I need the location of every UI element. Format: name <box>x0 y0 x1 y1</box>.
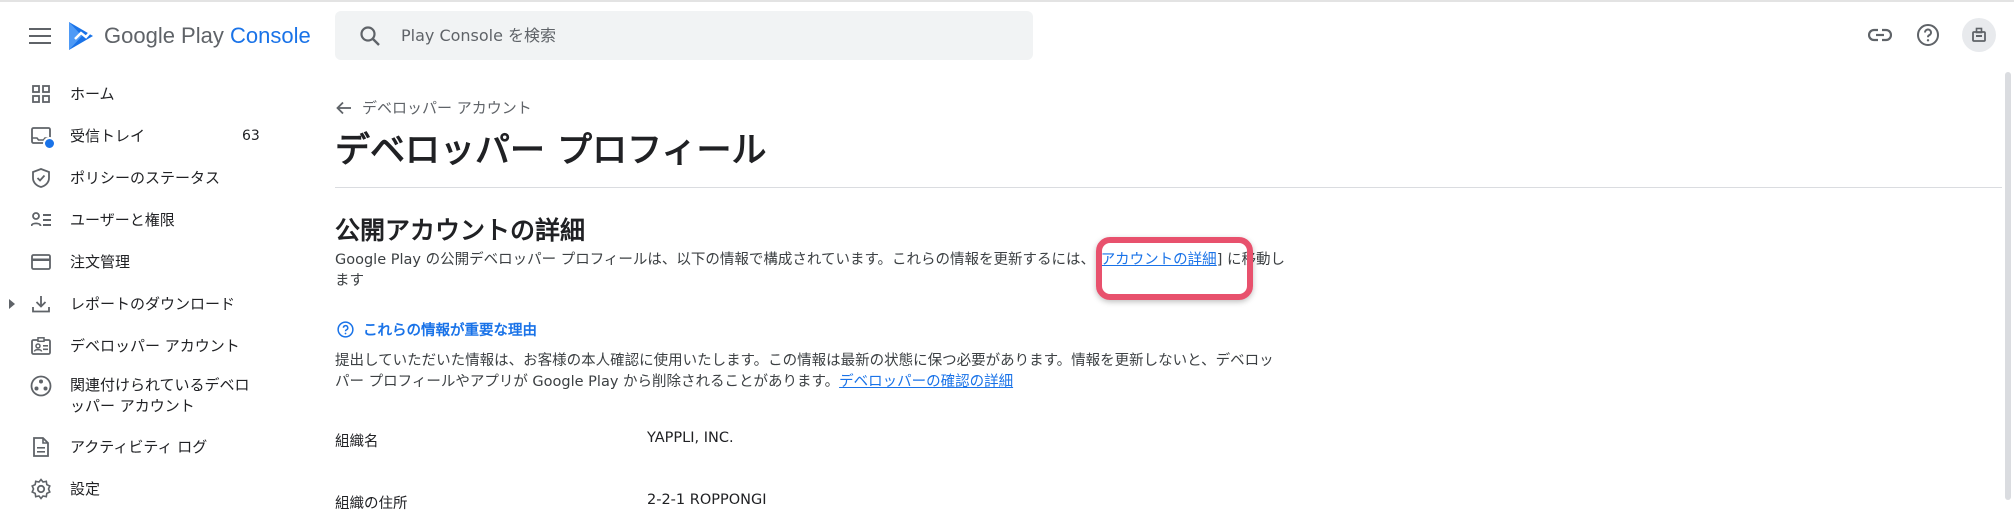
sidebar-item-policy-status[interactable]: ポリシーのステータス <box>0 163 290 193</box>
sidebar-item-developer-account[interactable]: デベロッパー アカウント <box>0 331 290 361</box>
back-link-label: デベロッパー アカウント <box>362 99 532 117</box>
sidebar-item-activity-log[interactable]: アクティビティ ログ <box>0 432 290 462</box>
verification-notice: 提出していただいた情報は、お客様の本人確認に使用いたします。この情報は最新の状態… <box>335 351 1285 393</box>
help-icon <box>1917 24 1939 46</box>
header-actions <box>0 17 2014 53</box>
sidebar-item-linked-developer-accounts[interactable]: 関連付けられているデベロッパー アカウント <box>0 373 290 423</box>
inbox-count-badge: 63 <box>242 128 260 144</box>
top-edge <box>0 0 2014 2</box>
account-button[interactable] <box>1962 18 1996 52</box>
linked-accounts-icon <box>29 374 53 398</box>
dashboard-grid-icon <box>29 82 53 106</box>
intro-paragraph: Google Play の公開デベロッパー プロフィールは、以下の情報で構成され… <box>335 250 1285 292</box>
sidebar-item-label: 設定 <box>70 480 101 498</box>
intro-text-before: Google Play の公開デベロッパー プロフィールは、以下の情報で構成され… <box>335 252 1101 268</box>
shield-check-icon <box>29 166 53 190</box>
back-link[interactable]: デベロッパー アカウント <box>336 97 532 118</box>
sidebar-item-home[interactable]: ホーム <box>0 79 290 109</box>
sidebar-item-label: 関連付けられているデベロッパー アカウント <box>70 376 250 415</box>
help-circle-icon <box>337 321 354 338</box>
page-scrollbar[interactable] <box>2005 72 2011 500</box>
document-icon <box>29 435 53 459</box>
verification-notice-text: 提出していただいた情報は、お客様の本人確認に使用いたします。この情報は最新の状態… <box>335 353 1274 390</box>
copy-link-button[interactable] <box>1862 17 1898 53</box>
sidebar-item-label: ホーム <box>70 85 115 103</box>
organization-name-value: YAPPLI, INC. <box>647 430 734 446</box>
sidebar-item-users-permissions[interactable]: ユーザーと権限 <box>0 205 290 235</box>
expand-caret-icon[interactable] <box>7 298 17 310</box>
account-details-link[interactable]: アカウントの詳細 <box>1101 252 1217 268</box>
page-title: デベロッパー プロフィール <box>335 131 767 171</box>
organization-address-label: 組織の住所 <box>335 496 408 512</box>
section-title: 公開アカウントの詳細 <box>335 216 586 245</box>
sidebar-item-download-reports[interactable]: レポートのダウンロード <box>0 289 290 319</box>
credit-card-icon <box>29 250 53 274</box>
download-icon <box>29 292 53 316</box>
why-important-link[interactable]: これらの情報が重要な理由 <box>337 319 537 340</box>
sidebar-item-label: デベロッパー アカウント <box>70 337 240 355</box>
header-divider <box>335 187 2002 188</box>
sidebar-item-label: 注文管理 <box>70 253 131 271</box>
organization-address-value: 2-2-1 ROPPONGI <box>647 492 767 508</box>
sidebar-item-inbox[interactable]: 受信トレイ 63 <box>0 121 290 151</box>
developer-verification-link[interactable]: デベロッパーの確認の詳細 <box>839 374 1013 390</box>
link-icon <box>1868 28 1892 42</box>
unread-indicator <box>43 137 56 150</box>
sidebar-item-order-management[interactable]: 注文管理 <box>0 247 290 277</box>
sidebar-item-label: アクティビティ ログ <box>70 438 208 456</box>
sidebar-item-label: ポリシーのステータス <box>70 169 221 187</box>
gear-icon <box>29 477 53 501</box>
account-icon <box>1972 27 1986 42</box>
badge-icon <box>29 334 53 358</box>
users-icon <box>29 208 53 232</box>
sidebar-item-label: 受信トレイ <box>70 127 146 145</box>
sidebar-item-label: レポートのダウンロード <box>70 295 236 313</box>
arrow-back-icon <box>336 101 351 114</box>
help-button[interactable] <box>1910 17 1946 53</box>
organization-name-label: 組織名 <box>335 434 379 450</box>
why-important-label: これらの情報が重要な理由 <box>363 323 537 339</box>
sidebar-item-label: ユーザーと権限 <box>70 211 175 229</box>
